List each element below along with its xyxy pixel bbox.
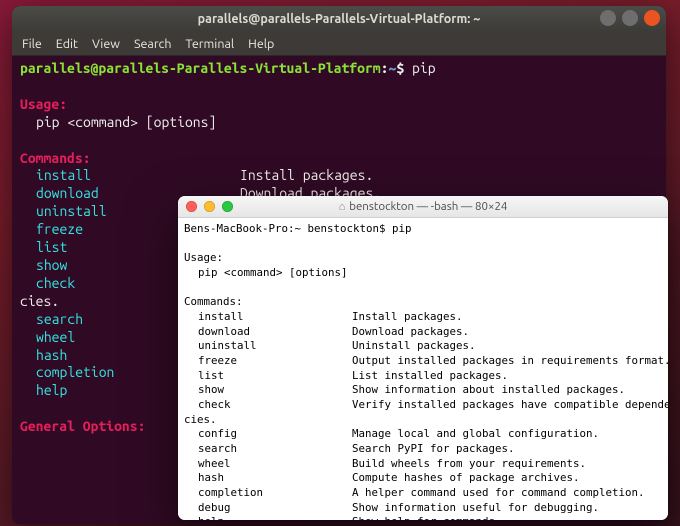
command-desc: A helper command used for command comple…: [352, 486, 645, 499]
command-name: hash: [184, 471, 352, 486]
command-name: wheel: [184, 457, 352, 472]
mac-titlebar[interactable]: ⌂ benstockton — -bash — 80×24: [178, 196, 668, 218]
wrapped-text: cies.: [184, 413, 217, 426]
command-name: install: [20, 167, 240, 185]
menu-help[interactable]: Help: [248, 37, 274, 51]
general-options-heading: General Options:: [20, 418, 145, 434]
home-icon: ⌂: [339, 201, 346, 213]
command-name: check: [184, 398, 352, 413]
command-desc: Build wheels from your requirements.: [352, 457, 586, 470]
command-name: list: [184, 369, 352, 384]
ubuntu-menubar: File Edit View Search Terminal Help: [12, 32, 666, 56]
command-row: hashCompute hashes of package archives.: [184, 471, 662, 486]
menu-edit[interactable]: Edit: [56, 37, 78, 51]
maximize-button[interactable]: [622, 10, 638, 26]
command-desc: Install packages.: [240, 167, 373, 183]
usage-line: pip <command> [options]: [184, 266, 348, 279]
ubuntu-window-title: parallels@parallels-Parallels-Virtual-Pl…: [198, 12, 481, 26]
command-desc: List installed packages.: [352, 369, 508, 382]
command-row: debugShow information useful for debuggi…: [184, 501, 662, 516]
command-row: helpShow help for commands.: [184, 515, 662, 520]
command-name: install: [184, 310, 352, 325]
wrapped-text: cies.: [20, 293, 59, 309]
mac-terminal-window: ⌂ benstockton — -bash — 80×24 Bens-MacBo…: [178, 196, 668, 520]
typed-command: pip: [412, 60, 436, 76]
usage-heading: Usage:: [20, 96, 67, 112]
command-row: listList installed packages.: [184, 369, 662, 384]
menu-file[interactable]: File: [22, 37, 42, 51]
commands-heading: Commands:: [20, 150, 91, 166]
usage-line: pip <command> [options]: [20, 114, 216, 130]
command-name: download: [184, 325, 352, 340]
command-name: search: [184, 442, 352, 457]
mac-window-title: benstockton — -bash — 80×24: [349, 200, 507, 213]
mac-window-controls: [186, 201, 233, 212]
mac-prompt: Bens-MacBook-Pro:~ benstockton$: [184, 222, 392, 235]
command-row: completionA helper command used for comm…: [184, 486, 662, 501]
command-desc: Install packages.: [352, 310, 463, 323]
command-row: showShow information about installed pac…: [184, 383, 662, 398]
menu-view[interactable]: View: [92, 37, 120, 51]
minimize-button[interactable]: [204, 201, 215, 212]
command-desc: Download packages.: [352, 325, 469, 338]
prompt-dollar: $: [396, 60, 412, 76]
command-name: show: [184, 383, 352, 398]
command-row: installInstall packages.: [20, 167, 658, 185]
command-name: completion: [184, 486, 352, 501]
command-desc: Verify installed packages have compatibl…: [352, 398, 668, 411]
command-row: downloadDownload packages.: [184, 325, 662, 340]
command-desc: Output installed packages in requirement…: [352, 354, 668, 367]
command-name: debug: [184, 501, 352, 516]
command-row: searchSearch PyPI for packages.: [184, 442, 662, 457]
command-row: installInstall packages.: [184, 310, 662, 325]
command-desc: Show information useful for debugging.: [352, 501, 599, 514]
command-desc: Uninstall packages.: [352, 339, 476, 352]
command-row: checkVerify installed packages have comp…: [184, 398, 662, 413]
command-row: wheelBuild wheels from your requirements…: [184, 457, 662, 472]
menu-terminal[interactable]: Terminal: [186, 37, 235, 51]
command-desc: Compute hashes of package archives.: [352, 471, 580, 484]
typed-command: pip: [392, 222, 412, 235]
close-button[interactable]: [186, 201, 197, 212]
command-desc: Manage local and global configuration.: [352, 427, 599, 440]
usage-heading: Usage:: [184, 251, 223, 264]
menu-search[interactable]: Search: [134, 37, 172, 51]
command-desc: Search PyPI for packages.: [352, 442, 515, 455]
mac-terminal-body[interactable]: Bens-MacBook-Pro:~ benstockton$ pip Usag…: [178, 218, 668, 520]
command-row: uninstallUninstall packages.: [184, 339, 662, 354]
command-row: freezeOutput installed packages in requi…: [184, 354, 662, 369]
command-name: freeze: [184, 354, 352, 369]
command-row: configManage local and global configurat…: [184, 427, 662, 442]
command-desc: Show help for commands.: [352, 515, 502, 520]
prompt-user: parallels@parallels-Parallels-Virtual-Pl…: [20, 60, 381, 76]
ubuntu-window-controls: [600, 10, 660, 26]
command-name: help: [184, 515, 352, 520]
minimize-button[interactable]: [600, 10, 616, 26]
zoom-button[interactable]: [222, 201, 233, 212]
command-desc: Show information about installed package…: [352, 383, 625, 396]
ubuntu-titlebar[interactable]: parallels@parallels-Parallels-Virtual-Pl…: [12, 6, 666, 32]
command-name: uninstall: [184, 339, 352, 354]
close-button[interactable]: [644, 10, 660, 26]
commands-heading: Commands:: [184, 295, 243, 308]
command-name: config: [184, 427, 352, 442]
